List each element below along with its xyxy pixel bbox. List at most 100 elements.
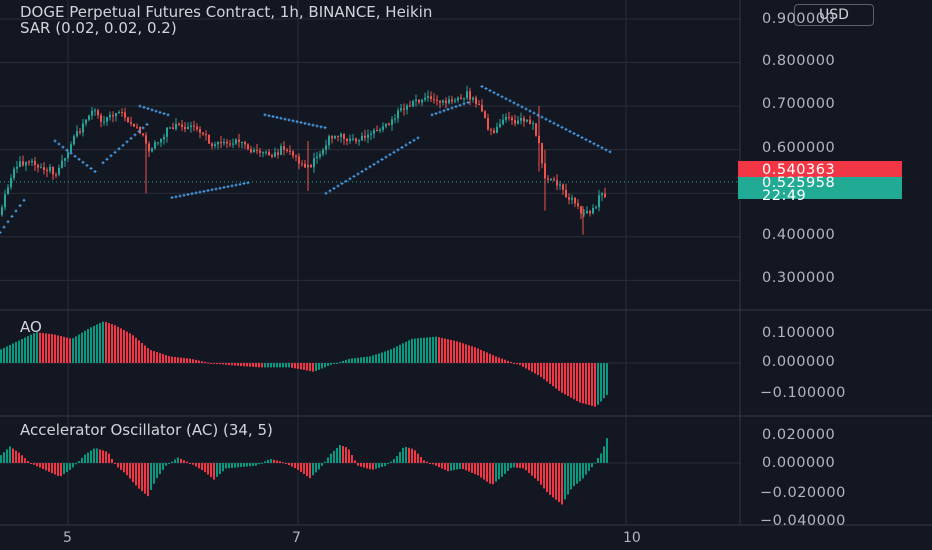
ac-bar bbox=[561, 463, 563, 505]
ac-bar bbox=[471, 463, 473, 473]
ac-bar bbox=[96, 448, 98, 463]
candle-body bbox=[178, 123, 180, 125]
ac-tick-label: −0.020000 bbox=[760, 485, 846, 501]
ac-pane-label[interactable]: Accelerator Oscillator (AC) (34, 5) bbox=[20, 421, 273, 439]
ao-bar bbox=[492, 355, 494, 363]
ac-bar bbox=[504, 463, 506, 474]
ac-bar bbox=[258, 463, 260, 465]
ac-bar bbox=[309, 463, 311, 479]
ac-bar bbox=[366, 463, 368, 469]
ao-bar bbox=[525, 363, 527, 369]
candle-body bbox=[517, 120, 519, 124]
ao-bar bbox=[33, 333, 35, 363]
ac-bar bbox=[150, 463, 152, 490]
candle-body bbox=[370, 133, 372, 135]
ac-bar bbox=[375, 463, 377, 469]
ac-bar bbox=[279, 461, 281, 463]
candle-body bbox=[511, 117, 513, 121]
ao-tick-label: 0.000000 bbox=[762, 354, 836, 370]
candle-body bbox=[217, 141, 219, 145]
ao-bar bbox=[294, 363, 296, 369]
ac-bar bbox=[168, 463, 170, 464]
ao-bar bbox=[189, 358, 191, 363]
ao-bar bbox=[528, 363, 530, 371]
ac-bar bbox=[204, 463, 206, 473]
ac-bar bbox=[603, 446, 605, 463]
candle-body bbox=[349, 138, 351, 141]
candle-body bbox=[253, 149, 255, 153]
candle-body bbox=[193, 125, 195, 127]
ac-bar bbox=[429, 463, 431, 464]
candle-body bbox=[367, 134, 369, 138]
ac-bar bbox=[417, 453, 419, 463]
ac-bar bbox=[588, 463, 590, 471]
ao-bar bbox=[534, 363, 536, 374]
ac-bar bbox=[480, 463, 482, 478]
ao-bar bbox=[570, 363, 572, 398]
ao-bar bbox=[228, 363, 230, 366]
ao-bar bbox=[18, 340, 20, 363]
ac-bar bbox=[240, 463, 242, 468]
ao-bar bbox=[216, 363, 218, 364]
ac-bar bbox=[276, 460, 278, 463]
ao-bar bbox=[138, 340, 140, 363]
candle-body bbox=[526, 119, 528, 122]
candle-body bbox=[235, 139, 237, 144]
ao-bar bbox=[306, 363, 308, 371]
candle-body bbox=[340, 134, 342, 137]
ac-bar bbox=[456, 463, 458, 470]
candle-body bbox=[418, 99, 420, 103]
ao-pane-label[interactable]: AO bbox=[20, 318, 42, 336]
ao-bar bbox=[456, 341, 458, 363]
ao-bar bbox=[375, 354, 377, 363]
ao-bar bbox=[24, 337, 26, 363]
ac-bar bbox=[300, 463, 302, 472]
ao-bar bbox=[219, 363, 221, 365]
ao-bar bbox=[120, 328, 122, 363]
ac-bar bbox=[522, 463, 524, 469]
ao-bar bbox=[369, 356, 371, 363]
ao-bar bbox=[561, 363, 563, 393]
ac-bar bbox=[162, 463, 164, 470]
ac-bar bbox=[318, 463, 320, 470]
candle-body bbox=[334, 135, 336, 139]
ao-bar bbox=[180, 357, 182, 363]
candle-body bbox=[604, 193, 606, 198]
ac-bar bbox=[453, 463, 455, 471]
ac-bar bbox=[378, 463, 380, 468]
ao-bar bbox=[102, 321, 104, 363]
candle-body bbox=[328, 136, 330, 146]
ac-bar bbox=[177, 457, 179, 463]
ao-bar bbox=[312, 363, 314, 372]
ac-bar bbox=[243, 463, 245, 467]
candle-body bbox=[133, 123, 135, 127]
ac-bar bbox=[369, 463, 371, 470]
ac-bar bbox=[48, 463, 50, 472]
ac-bar bbox=[36, 463, 38, 467]
sar-indicator-label[interactable]: SAR (0.02, 0.02, 0.2) bbox=[20, 19, 177, 37]
candle-body bbox=[31, 160, 33, 163]
ao-bar bbox=[432, 336, 434, 363]
candle-body bbox=[79, 131, 81, 133]
ao-bar bbox=[204, 361, 206, 363]
candle-body bbox=[256, 149, 258, 151]
candle-body bbox=[109, 115, 111, 118]
candle-body bbox=[553, 179, 555, 181]
ac-bar bbox=[492, 463, 494, 485]
candle-body bbox=[283, 146, 285, 150]
ac-bar bbox=[249, 463, 251, 467]
ao-bar bbox=[51, 334, 53, 363]
candle-body bbox=[106, 117, 108, 122]
ao-bar bbox=[501, 358, 503, 363]
candle-body bbox=[454, 100, 456, 102]
candle-body bbox=[580, 206, 582, 214]
ac-bar bbox=[393, 459, 395, 463]
ao-bar bbox=[459, 342, 461, 363]
candle-body bbox=[346, 138, 348, 141]
candle-body bbox=[520, 118, 522, 121]
ao-bar bbox=[243, 363, 245, 367]
candle-body bbox=[238, 139, 240, 143]
ao-bar bbox=[264, 363, 266, 368]
ac-bar bbox=[450, 463, 452, 471]
ac-bar bbox=[288, 463, 290, 466]
